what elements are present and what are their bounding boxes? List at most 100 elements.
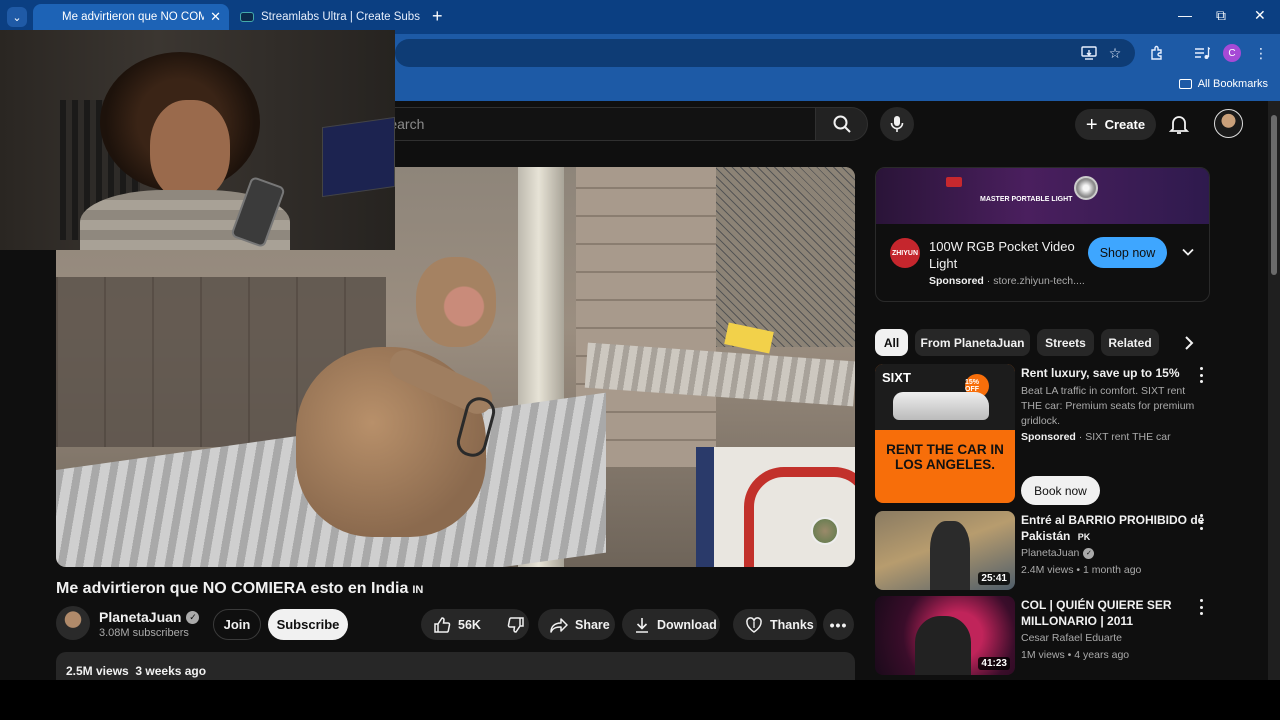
shop-sign — [696, 447, 855, 567]
sponsored-label: Sponsored — [929, 275, 984, 287]
search-icon — [833, 115, 851, 133]
all-bookmarks-label: All Bookmarks — [1197, 78, 1268, 90]
thanks-button[interactable]: Thanks — [733, 609, 817, 640]
rec-meta: 1M views • 4 years ago — [1021, 649, 1130, 661]
chip-all[interactable]: All — [875, 329, 908, 356]
advertiser-name: SIXT rent THE car — [1085, 431, 1171, 443]
list-item[interactable]: 41:23 COL | QUIÉN QUIERE SER MILLONARIO … — [875, 596, 1265, 676]
folder-icon — [1178, 79, 1192, 89]
chip-related[interactable]: Related — [1101, 329, 1159, 356]
sponsored-ad-card[interactable]: MASTER PORTABLE LIGHT ZHIYUN 100W RGB Po… — [875, 167, 1210, 302]
join-button[interactable]: Join — [213, 609, 261, 640]
rec-channel[interactable]: PlanetaJuan ✓ — [1021, 546, 1095, 561]
notifications-bell-icon[interactable] — [1168, 113, 1190, 135]
rec-title-text: Entré al BARRIO PROHIBIDO de Pakistán — [1021, 513, 1205, 543]
restore-icon[interactable]: ⧉ — [1216, 7, 1226, 24]
upload-date: 3 weeks ago — [135, 664, 207, 678]
download-button[interactable]: Download — [622, 609, 720, 640]
like-count[interactable]: 56K — [458, 618, 481, 632]
chip-from-planetajuan[interactable]: From PlanetaJuan — [915, 329, 1030, 356]
share-icon — [550, 617, 568, 633]
rec-meta: 2.4M views • 1 month ago — [1021, 564, 1142, 576]
scrollbar-thumb[interactable] — [1271, 115, 1277, 275]
view-count-and-date: 2.5M views 3 weeks ago — [66, 664, 206, 678]
subscriber-count: 3.08M subscribers — [99, 627, 189, 639]
chip-streets[interactable]: Streets — [1037, 329, 1094, 356]
video-thumbnail[interactable]: 25:41 — [875, 511, 1015, 590]
bookmark-star-icon[interactable]: ☆ — [1106, 44, 1124, 62]
microphone-icon — [890, 116, 904, 132]
channel-name-text: PlanetaJuan — [99, 609, 182, 625]
tab-search-button[interactable]: ⌄ — [7, 7, 27, 27]
background-monitor — [322, 116, 395, 198]
tab-streamlabs[interactable]: Streamlabs Ultra | Create Subscr — [232, 4, 428, 30]
channel-avatar[interactable] — [56, 606, 90, 640]
rec-title[interactable]: COL | QUIÉN QUIERE SER MILLONARIO | 2011 — [1021, 597, 1206, 629]
minimize-icon[interactable]: — — [1178, 7, 1192, 23]
extensions-icon[interactable] — [1148, 44, 1166, 62]
thanks-heart-dollar-icon — [746, 616, 762, 633]
streamer-face — [150, 100, 230, 200]
view-count: 2.5M views — [66, 664, 129, 678]
tab-youtube[interactable]: Me advirtieron que NO COMIER ✕ — [33, 4, 229, 30]
streamlabs-favicon-icon — [240, 12, 254, 22]
chevron-down-icon[interactable] — [1181, 245, 1195, 259]
country-flag: IN — [412, 584, 424, 596]
thumbs-down-icon[interactable] — [507, 616, 525, 634]
thumbs-up-icon[interactable] — [433, 616, 451, 634]
page-scrollbar[interactable] — [1268, 101, 1280, 680]
rec-channel[interactable]: Cesar Rafael Eduarte — [1021, 631, 1122, 646]
bottom-black-bar — [0, 680, 1280, 720]
all-bookmarks-button[interactable]: All Bookmarks — [1178, 78, 1268, 90]
share-button[interactable]: Share — [538, 609, 615, 640]
more-options-icon[interactable] — [1197, 514, 1205, 530]
download-icon — [636, 617, 648, 633]
plus-icon: + — [1085, 113, 1098, 136]
create-button[interactable]: + Create — [1075, 109, 1156, 140]
voice-search-button[interactable] — [880, 107, 914, 141]
monkey-head — [416, 257, 496, 347]
video-thumbnail[interactable]: 41:23 — [875, 596, 1015, 675]
channel-name[interactable]: PlanetaJuan ✓ — [99, 609, 200, 625]
webcam-overlay — [0, 30, 395, 250]
profile-avatar[interactable]: C — [1223, 44, 1241, 62]
list-item[interactable]: SIXT 15% OFF RENT THE CAR IN LOS ANGELES… — [875, 364, 1265, 506]
rec-title[interactable]: Rent luxury, save up to 15% — [1021, 365, 1206, 381]
ad-banner-image[interactable]: MASTER PORTABLE LIGHT — [876, 168, 1209, 224]
zhiyun-logo[interactable]: ZHIYUN — [890, 238, 920, 268]
shop-now-button[interactable]: Shop now — [1088, 237, 1167, 268]
close-tab-icon[interactable]: ✕ — [210, 9, 221, 25]
browser-menu-icon[interactable]: ⋮ — [1252, 44, 1270, 62]
video-title-text: Me advirtieron que NO COMIERA esto en In… — [56, 580, 409, 597]
video-duration: 41:23 — [978, 657, 1010, 670]
more-options-icon[interactable] — [1197, 367, 1205, 383]
ad-domain: store.zhiyun-tech.... — [993, 275, 1085, 287]
rec-title[interactable]: Entré al BARRIO PROHIBIDO de Pakistán PK — [1021, 512, 1206, 545]
ad-sponsor-line: Sponsored · SIXT rent THE car — [1021, 431, 1171, 443]
ad-title[interactable]: 100W RGB Pocket Video Light — [929, 238, 1089, 272]
thanks-label: Thanks — [770, 617, 814, 632]
country-flag: PK — [1077, 532, 1091, 542]
ad-banner-text: MASTER PORTABLE LIGHT — [980, 196, 1073, 203]
ad-banner-brand-mark — [946, 177, 962, 187]
sixt-ad-thumbnail[interactable]: SIXT 15% OFF RENT THE CAR IN LOS ANGELES… — [875, 364, 1015, 503]
rec-channel-name: PlanetaJuan — [1021, 547, 1080, 559]
account-avatar[interactable] — [1214, 109, 1243, 138]
like-dislike-group: 56K — [421, 609, 529, 640]
new-tab-button[interactable]: + — [432, 6, 443, 27]
install-app-icon[interactable] — [1080, 44, 1098, 62]
close-window-icon[interactable]: ✕ — [1254, 7, 1266, 24]
more-options-icon[interactable] — [1197, 599, 1205, 615]
list-item[interactable]: 25:41 Entré al BARRIO PROHIBIDO de Pakis… — [875, 511, 1265, 591]
more-actions-button[interactable]: ••• — [823, 609, 854, 640]
verified-icon: ✓ — [186, 610, 200, 624]
book-now-button[interactable]: Book now — [1021, 476, 1100, 505]
subscribe-button[interactable]: Subscribe — [268, 609, 348, 640]
ad-description: Beat LA traffic in comfort. SIXT rent TH… — [1021, 385, 1195, 427]
channel-watermark[interactable] — [811, 517, 839, 545]
address-bar[interactable] — [395, 39, 1135, 67]
media-controls-icon[interactable] — [1193, 44, 1211, 62]
search-button[interactable] — [815, 107, 868, 141]
video-title: Me advirtieron que NO COMIERA esto en In… — [56, 580, 423, 598]
chevron-right-icon[interactable] — [1180, 334, 1198, 352]
